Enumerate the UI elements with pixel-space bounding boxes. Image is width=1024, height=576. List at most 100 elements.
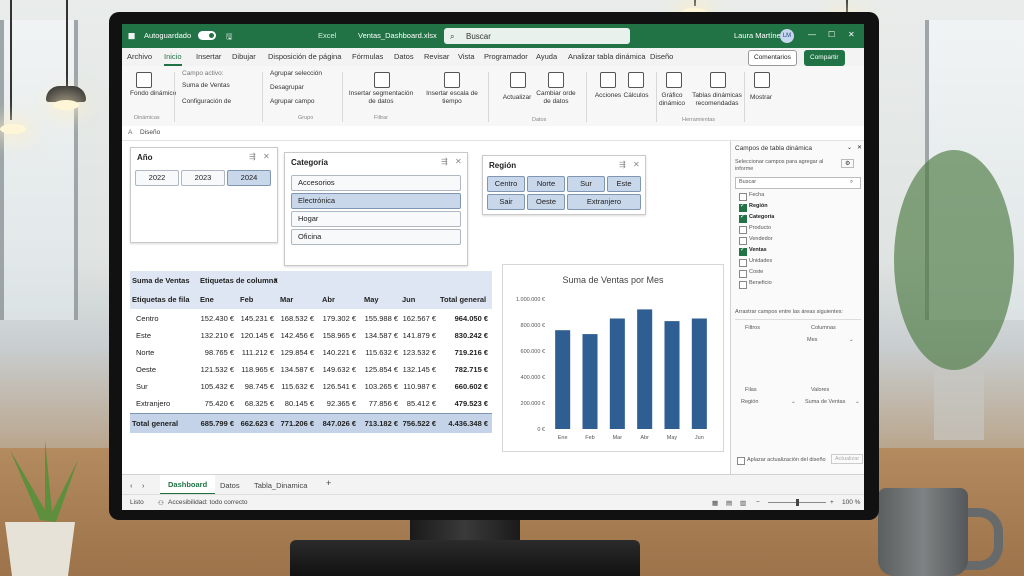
chevron-down-icon[interactable]: ⌄	[855, 399, 860, 405]
pane-close-icon[interactable]: ✕	[857, 144, 862, 151]
defer-update-checkbox[interactable]	[737, 457, 745, 465]
field-name[interactable]: Vendedor	[749, 236, 773, 242]
update-button[interactable]: Actualizar	[831, 454, 864, 464]
comments-button[interactable]: Comentarios	[748, 50, 797, 66]
share-button[interactable]: Compartir	[804, 50, 845, 66]
tab-programador[interactable]: Programador	[484, 52, 528, 61]
field-checkbox[interactable]	[739, 237, 747, 245]
tab-ayuda[interactable]: Ayuda	[536, 52, 557, 61]
field-checkbox[interactable]	[739, 202, 747, 212]
change-source-button[interactable]: Cambiar orde de datos	[534, 90, 578, 106]
value-cell[interactable]: 121.532 €	[192, 365, 234, 374]
slicer-region-sair[interactable]: Sair	[487, 194, 525, 210]
value-cell[interactable]: 129.854 €	[272, 348, 314, 357]
sheet-tab-tabla-dinamica[interactable]: Tabla_Dinamica	[254, 481, 307, 490]
value-cell[interactable]: 134.587 €	[356, 331, 398, 340]
value-cell[interactable]: 756.522 €	[394, 419, 436, 428]
group-field-button[interactable]: Agrupar campo	[270, 98, 314, 106]
value-cell[interactable]: 142.456 €	[272, 331, 314, 340]
slicer-category-accesorios[interactable]: Accesorios	[291, 175, 461, 191]
slicer-year-2022[interactable]: 2022	[135, 170, 179, 186]
multiselect-icon[interactable]: ⇶	[441, 157, 448, 166]
group-selection-button[interactable]: Agrupar selección	[270, 70, 322, 78]
accessibility-status[interactable]: Accesibilidad: todo correcto	[168, 499, 248, 506]
field-name[interactable]: Fecha	[749, 192, 764, 198]
field-name[interactable]: Coste	[749, 269, 763, 275]
tab-disposicion[interactable]: Disposición de página	[268, 52, 341, 61]
value-cell[interactable]: 123.532 €	[394, 348, 436, 357]
avatar[interactable]: LM	[780, 29, 794, 43]
value-cell[interactable]: 149.632 €	[314, 365, 356, 374]
recommended-pivots-button[interactable]: Tablas dinámicas recomendadas	[688, 92, 746, 108]
value-cell[interactable]: 713.182 €	[356, 419, 398, 428]
value-cell[interactable]: 179.302 €	[314, 314, 356, 323]
slicer-category-hogar[interactable]: Hogar	[291, 211, 461, 227]
field-name[interactable]: Región	[749, 203, 768, 209]
value-cell[interactable]: 158.965 €	[314, 331, 356, 340]
value-cell[interactable]: 103.265 €	[356, 382, 398, 391]
chevron-down-icon[interactable]: ⌄	[791, 399, 796, 405]
zoom-in-icon[interactable]: +	[830, 499, 834, 506]
slicer-region-oeste[interactable]: Oeste	[527, 194, 565, 210]
tab-vista[interactable]: Vista	[458, 52, 475, 61]
row-total[interactable]: 782.715 €	[434, 365, 488, 374]
multiselect-icon[interactable]: ⇶	[249, 152, 256, 161]
slicer-year-2023[interactable]: 2023	[181, 170, 225, 186]
slicer-region-centro[interactable]: Centro	[487, 176, 525, 192]
value-cell[interactable]: 98.745 €	[232, 382, 274, 391]
sheet-tab-dashboard[interactable]: Dashboard	[160, 475, 216, 495]
row-total[interactable]: 479.523 €	[434, 399, 488, 408]
tab-insertar[interactable]: Insertar	[196, 52, 221, 61]
value-cell[interactable]: 68.325 €	[232, 399, 274, 408]
maximize-icon[interactable]: ☐	[828, 30, 835, 39]
value-cell[interactable]: 77.856 €	[356, 399, 398, 408]
value-cell[interactable]: 126.541 €	[314, 382, 356, 391]
field-checkbox[interactable]	[739, 259, 747, 267]
columns-area-value[interactable]: Mes	[807, 337, 817, 343]
value-cell[interactable]: 140.221 €	[314, 348, 356, 357]
value-cell[interactable]: 771.206 €	[272, 419, 314, 428]
value-cell[interactable]: 115.632 €	[272, 382, 314, 391]
filter-dropdown-icon[interactable]: ▾	[274, 276, 278, 284]
row-total[interactable]: 660.602 €	[434, 382, 488, 391]
clear-filter-icon[interactable]: ✕	[455, 157, 462, 166]
zoom-level[interactable]: 100 %	[842, 499, 860, 506]
name-box[interactable]: Diseño	[140, 129, 160, 136]
active-field-value[interactable]: Suma de Ventas	[182, 82, 230, 90]
value-cell[interactable]: 847.026 €	[314, 419, 356, 428]
pane-settings-icon[interactable]: ⚙	[841, 159, 855, 168]
zoom-out-icon[interactable]: −	[756, 499, 760, 506]
slicer-category-electronica[interactable]: Electrónica	[291, 193, 461, 209]
value-cell[interactable]: 85.412 €	[394, 399, 436, 408]
field-name[interactable]: Producto	[749, 225, 771, 231]
chevron-down-icon[interactable]: ⌄	[849, 337, 854, 343]
value-cell[interactable]: 685.799 €	[192, 419, 234, 428]
value-cell[interactable]: 152.430 €	[192, 314, 234, 323]
value-cell[interactable]: 145.231 €	[232, 314, 274, 323]
value-cell[interactable]: 132.145 €	[394, 365, 436, 374]
close-icon[interactable]: ✕	[848, 30, 855, 39]
value-cell[interactable]: 125.854 €	[356, 365, 398, 374]
value-cell[interactable]: 105.432 €	[192, 382, 234, 391]
rows-area-value[interactable]: Región	[741, 399, 758, 405]
tab-revisar[interactable]: Revisar	[424, 52, 449, 61]
value-cell[interactable]: 162.567 €	[394, 314, 436, 323]
value-cell[interactable]: 155.988 €	[356, 314, 398, 323]
field-checkbox[interactable]	[739, 281, 747, 289]
clear-filter-icon[interactable]: ✕	[263, 152, 270, 161]
tab-datos[interactable]: Datos	[394, 52, 414, 61]
value-cell[interactable]: 120.145 €	[232, 331, 274, 340]
value-cell[interactable]: 141.879 €	[394, 331, 436, 340]
calculations-button[interactable]: Cálculos	[620, 92, 652, 100]
prev-sheet-icon[interactable]: ‹	[130, 481, 133, 490]
insert-slicer-button[interactable]: Insertar segmentación de datos	[346, 90, 416, 106]
field-settings-button[interactable]: Configuración de	[182, 98, 231, 106]
value-cell[interactable]: 662.623 €	[232, 419, 274, 428]
field-name[interactable]: Categoría	[749, 214, 774, 220]
value-cell[interactable]: 111.212 €	[232, 348, 274, 357]
row-labels[interactable]: Etiquetas de fila	[132, 295, 190, 304]
tab-inicio[interactable]: Inicio	[164, 52, 182, 66]
minimize-icon[interactable]: —	[808, 30, 816, 39]
pane-chevron-icon[interactable]: ⌄	[847, 144, 852, 151]
zoom-slider-handle[interactable]	[796, 499, 799, 506]
